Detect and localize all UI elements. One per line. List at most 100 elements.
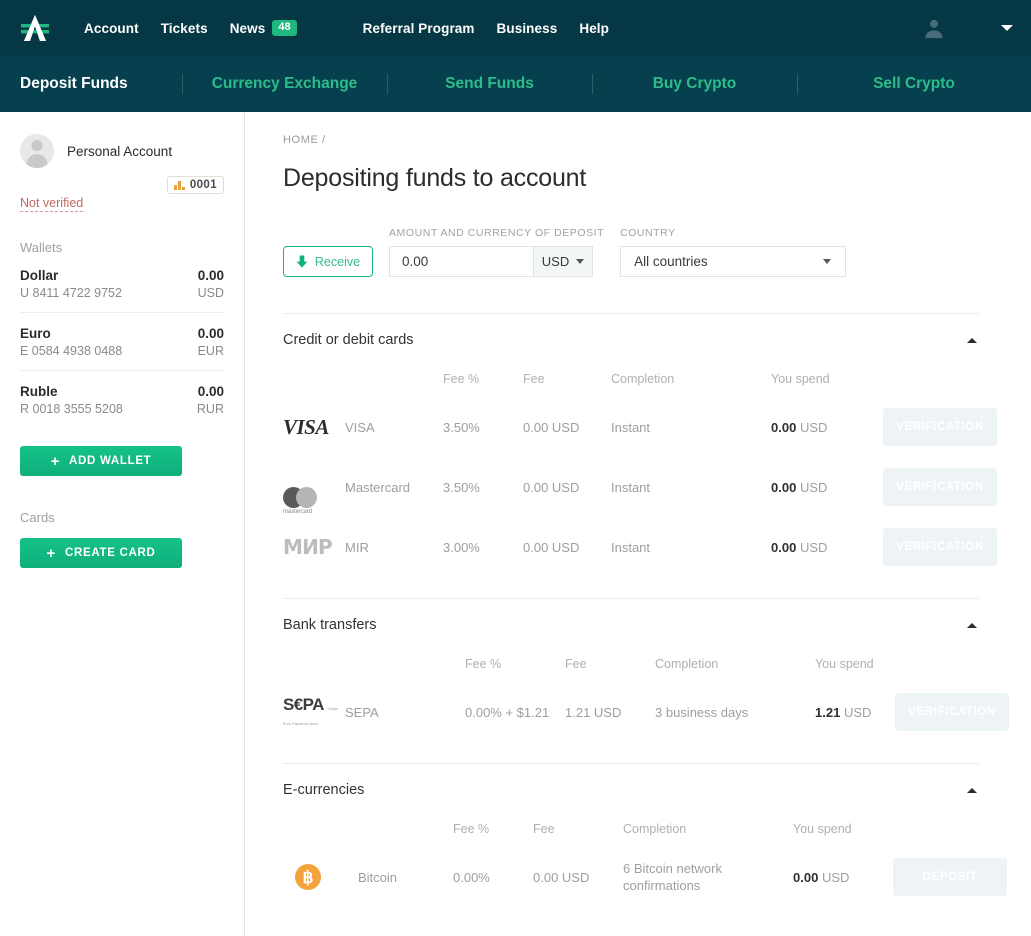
add-wallet-button[interactable]: + ADD WALLET xyxy=(20,446,182,476)
account-menu xyxy=(923,0,1013,56)
chevron-up-icon[interactable] xyxy=(967,622,977,628)
table-row: ฿ Bitcoin 0.00% 0.00 USD 6 Bitcoin netwo… xyxy=(283,836,1009,896)
nav-help[interactable]: Help xyxy=(579,21,609,36)
verification-button[interactable]: VERIFICATION xyxy=(895,693,1009,731)
wallet-currency: RUR xyxy=(196,402,224,416)
method-completion: Instant xyxy=(611,419,651,435)
account-summary[interactable]: Personal Account xyxy=(20,134,224,168)
method-logo-cell: VISA xyxy=(283,386,345,446)
currency-select[interactable]: USD xyxy=(533,246,593,277)
subnav-label-deposit-funds[interactable]: Deposit Funds xyxy=(20,75,128,93)
method-you-spend: 0.00 USD xyxy=(793,836,893,896)
wallet-item-dollar[interactable]: Dollar 0.00 U 8411 4722 9752 USD xyxy=(20,255,224,313)
th-fee-percent: Fee % xyxy=(465,657,502,671)
nav-business[interactable]: Business xyxy=(497,21,558,36)
th-fee-percent: Fee % xyxy=(453,822,490,836)
user-avatar-icon[interactable] xyxy=(923,17,945,39)
th-completion: Completion xyxy=(623,822,687,836)
deposit-button[interactable]: DEPOSIT xyxy=(893,858,1007,896)
verification-button[interactable]: VERIFICATION xyxy=(883,408,997,446)
method-logo-cell: S€PA Single Euro Payments Area xyxy=(283,671,345,731)
mir-logo-icon: МИР xyxy=(283,535,333,559)
subnav-item-deposit-funds[interactable]: Deposit Funds xyxy=(0,56,182,112)
verification-status-link[interactable]: Not verified xyxy=(20,196,84,212)
subnav-item-buy-crypto[interactable]: Buy Crypto xyxy=(592,56,797,112)
wallet-name: Dollar xyxy=(20,268,59,283)
method-you-spend-amount: 0.00 xyxy=(771,539,797,555)
nav-account[interactable]: Account xyxy=(84,21,139,36)
method-completion: Instant xyxy=(611,539,651,555)
table-header-row: Fee % Fee Completion You spend xyxy=(283,798,1009,836)
method-you-spend-currency: USD xyxy=(799,479,828,495)
wallet-item-euro[interactable]: Euro 0.00 E 0584 4938 0488 EUR xyxy=(20,313,224,371)
subnav-label-buy-crypto[interactable]: Buy Crypto xyxy=(653,75,737,93)
avatar xyxy=(20,134,54,168)
nav-tickets[interactable]: Tickets xyxy=(161,21,208,36)
chevron-down-icon xyxy=(576,259,585,264)
subnav-label-send-funds[interactable]: Send Funds xyxy=(445,75,534,93)
method-fee-percent: 0.00% + $1.21 xyxy=(465,704,550,720)
chevron-up-icon[interactable] xyxy=(967,787,977,793)
verification-button[interactable]: VERIFICATION xyxy=(883,528,997,566)
th-completion: Completion xyxy=(611,372,675,386)
method-fee-percent: 0.00% xyxy=(453,869,490,885)
wallets-heading: Wallets xyxy=(20,240,63,255)
amount-input[interactable] xyxy=(389,246,533,277)
chevron-down-icon[interactable] xyxy=(1001,25,1013,31)
subnav-label-sell-crypto[interactable]: Sell Crypto xyxy=(873,75,955,93)
section-header[interactable]: Credit or debit cards xyxy=(283,314,979,348)
wallet-number: U 8411 4722 9752 xyxy=(20,286,122,300)
breadcrumb-home[interactable]: HOME / xyxy=(283,134,326,146)
subnav-item-sell-crypto[interactable]: Sell Crypto xyxy=(797,56,1031,112)
method-action-cell: VERIFICATION xyxy=(895,671,1011,731)
th-logo xyxy=(283,633,345,671)
payment-methods-table: Fee % Fee Completion You spend ฿ Bitcoin… xyxy=(283,798,1009,896)
th-you-spend: You spend xyxy=(771,372,830,386)
method-fee: 0.00 USD xyxy=(523,479,580,495)
table-row: mastercard Mastercard 3.50% 0.00 USD Ins… xyxy=(283,446,999,515)
method-you-spend: 1.21 USD xyxy=(815,671,895,731)
method-you-spend-amount: 0.00 xyxy=(793,869,819,885)
chevron-up-icon[interactable] xyxy=(967,337,977,343)
section-header[interactable]: E-currencies xyxy=(283,764,979,798)
th-you-spend: You spend xyxy=(793,822,852,836)
nav-news-wrapper[interactable]: News 48 xyxy=(230,20,297,36)
account-level-badge[interactable]: 0001 xyxy=(167,176,224,194)
advcash-logo-icon[interactable] xyxy=(18,11,52,45)
subnav-item-send-funds[interactable]: Send Funds xyxy=(387,56,592,112)
method-logo-cell: МИР xyxy=(283,506,345,566)
wallet-item-ruble[interactable]: Ruble 0.00 R 0018 3555 5208 RUR xyxy=(20,371,224,428)
th-logo xyxy=(283,798,358,836)
method-completion: 3 business days xyxy=(655,704,749,720)
section-title: Bank transfers xyxy=(283,617,377,633)
section-header[interactable]: Bank transfers xyxy=(283,599,979,633)
verification-button[interactable]: VERIFICATION xyxy=(883,468,997,506)
nav-news[interactable]: News xyxy=(230,21,266,36)
main-content: HOME / Depositing funds to account Recei… xyxy=(245,112,1031,936)
country-select[interactable]: All countries xyxy=(620,246,847,277)
method-fee: 1.21 USD xyxy=(565,704,622,720)
deposit-form: Receive AMOUNT AND CURRENCY OF DEPOSIT U… xyxy=(283,227,979,277)
method-you-spend-amount: 0.00 xyxy=(771,479,797,495)
nav-referral-program[interactable]: Referral Program xyxy=(363,21,475,36)
method-you-spend-amount: 0.00 xyxy=(771,419,797,435)
breadcrumb[interactable]: HOME / xyxy=(283,134,979,146)
method-name: SEPA xyxy=(345,704,379,720)
subnav-label-currency-exchange[interactable]: Currency Exchange xyxy=(212,75,358,93)
method-action-cell: DEPOSIT xyxy=(893,836,1009,896)
wallet-name: Ruble xyxy=(20,384,58,399)
method-you-spend-currency: USD xyxy=(843,704,872,720)
method-action-cell: VERIFICATION xyxy=(883,446,999,506)
receive-button[interactable]: Receive xyxy=(283,246,373,277)
method-fee: 0.00 USD xyxy=(523,539,580,555)
secondary-nav-group: Referral Program Business Help xyxy=(363,21,609,36)
method-you-spend-amount: 1.21 xyxy=(815,704,841,720)
wallet-currency: USD xyxy=(197,286,224,300)
method-name: VISA xyxy=(345,419,375,435)
method-you-spend-currency: USD xyxy=(799,419,828,435)
create-card-button[interactable]: + CREATE CARD xyxy=(20,538,182,568)
subnav-item-currency-exchange[interactable]: Currency Exchange xyxy=(182,56,387,112)
wallet-amount: 0.00 xyxy=(197,384,224,399)
method-action-cell: VERIFICATION xyxy=(883,386,999,446)
section-title: Credit or debit cards xyxy=(283,332,414,348)
